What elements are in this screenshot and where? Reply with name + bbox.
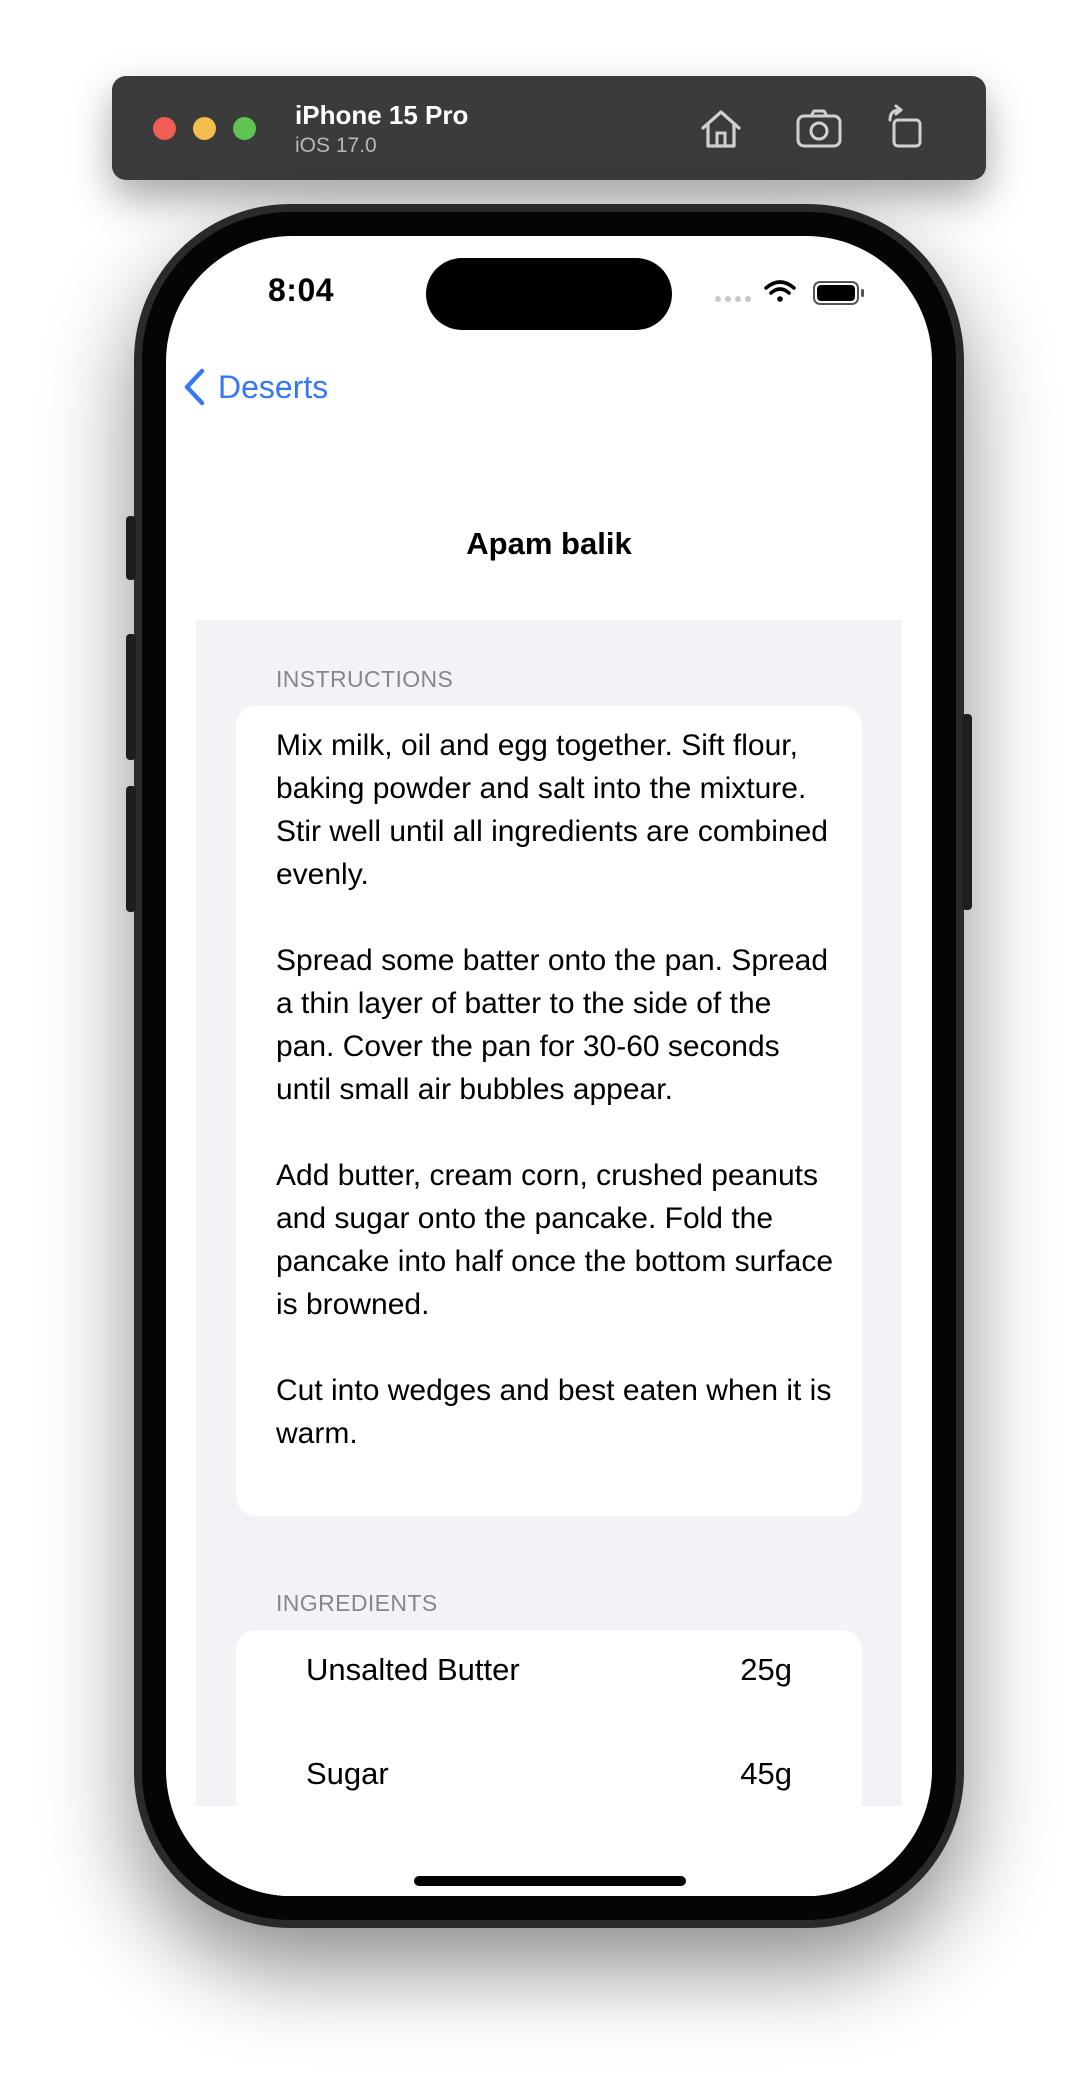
ingredient-name: Sugar [306, 1756, 389, 1791]
signal-icon [715, 296, 751, 302]
instructions-header: INSTRUCTIONS [276, 666, 454, 692]
wifi-icon [764, 280, 796, 302]
ingredient-row[interactable]: Unsalted Butter 25g [236, 1630, 862, 1720]
instructions-text: Mix milk, oil and egg together. Sift flo… [276, 724, 836, 1455]
action-button[interactable] [126, 516, 136, 580]
dynamic-island [426, 258, 672, 330]
volume-up-button[interactable] [126, 634, 136, 760]
instructions-card: Mix milk, oil and egg together. Sift flo… [236, 706, 862, 1516]
ingredient-name: Unsalted Butter [306, 1652, 520, 1687]
chevron-left-icon [184, 368, 205, 406]
instruction-paragraph: Add butter, cream corn, crushed peanuts … [276, 1159, 834, 1321]
home-icon[interactable] [694, 102, 748, 156]
power-button[interactable] [962, 714, 972, 910]
page-title: Apam balik [466, 526, 632, 561]
volume-down-button[interactable] [126, 786, 136, 912]
os-version: iOS 17.0 [295, 134, 377, 157]
minimize-window-button[interactable] [193, 117, 216, 140]
ingredients-header: INGREDIENTS [276, 1590, 438, 1616]
back-button-label: Deserts [218, 368, 329, 405]
rotate-icon[interactable] [880, 102, 934, 156]
instruction-paragraph: Spread some batter onto the pan. Spread … [276, 944, 829, 1106]
status-time: 8:04 [268, 272, 335, 308]
ingredient-quantity: 25g [740, 1652, 792, 1687]
phone-screen: 8:04 Deserts Apam balik INSTRUCTIONS Mix… [166, 236, 932, 1896]
screenshot-icon[interactable] [792, 102, 846, 156]
home-indicator[interactable] [414, 1876, 686, 1886]
back-button[interactable]: Deserts [182, 362, 328, 412]
device-name: iPhone 15 Pro [295, 100, 469, 130]
instruction-paragraph: Cut into wedges and best eaten when it i… [276, 1374, 832, 1450]
battery-icon [813, 281, 864, 305]
status-icons [715, 280, 864, 305]
close-window-button[interactable] [153, 117, 176, 140]
instruction-paragraph: Mix milk, oil and egg together. Sift flo… [276, 729, 828, 891]
ingredient-quantity: 45g [740, 1756, 792, 1791]
zoom-window-button[interactable] [233, 117, 256, 140]
simulator-toolbar: iPhone 15 Pro iOS 17.0 [112, 76, 986, 180]
